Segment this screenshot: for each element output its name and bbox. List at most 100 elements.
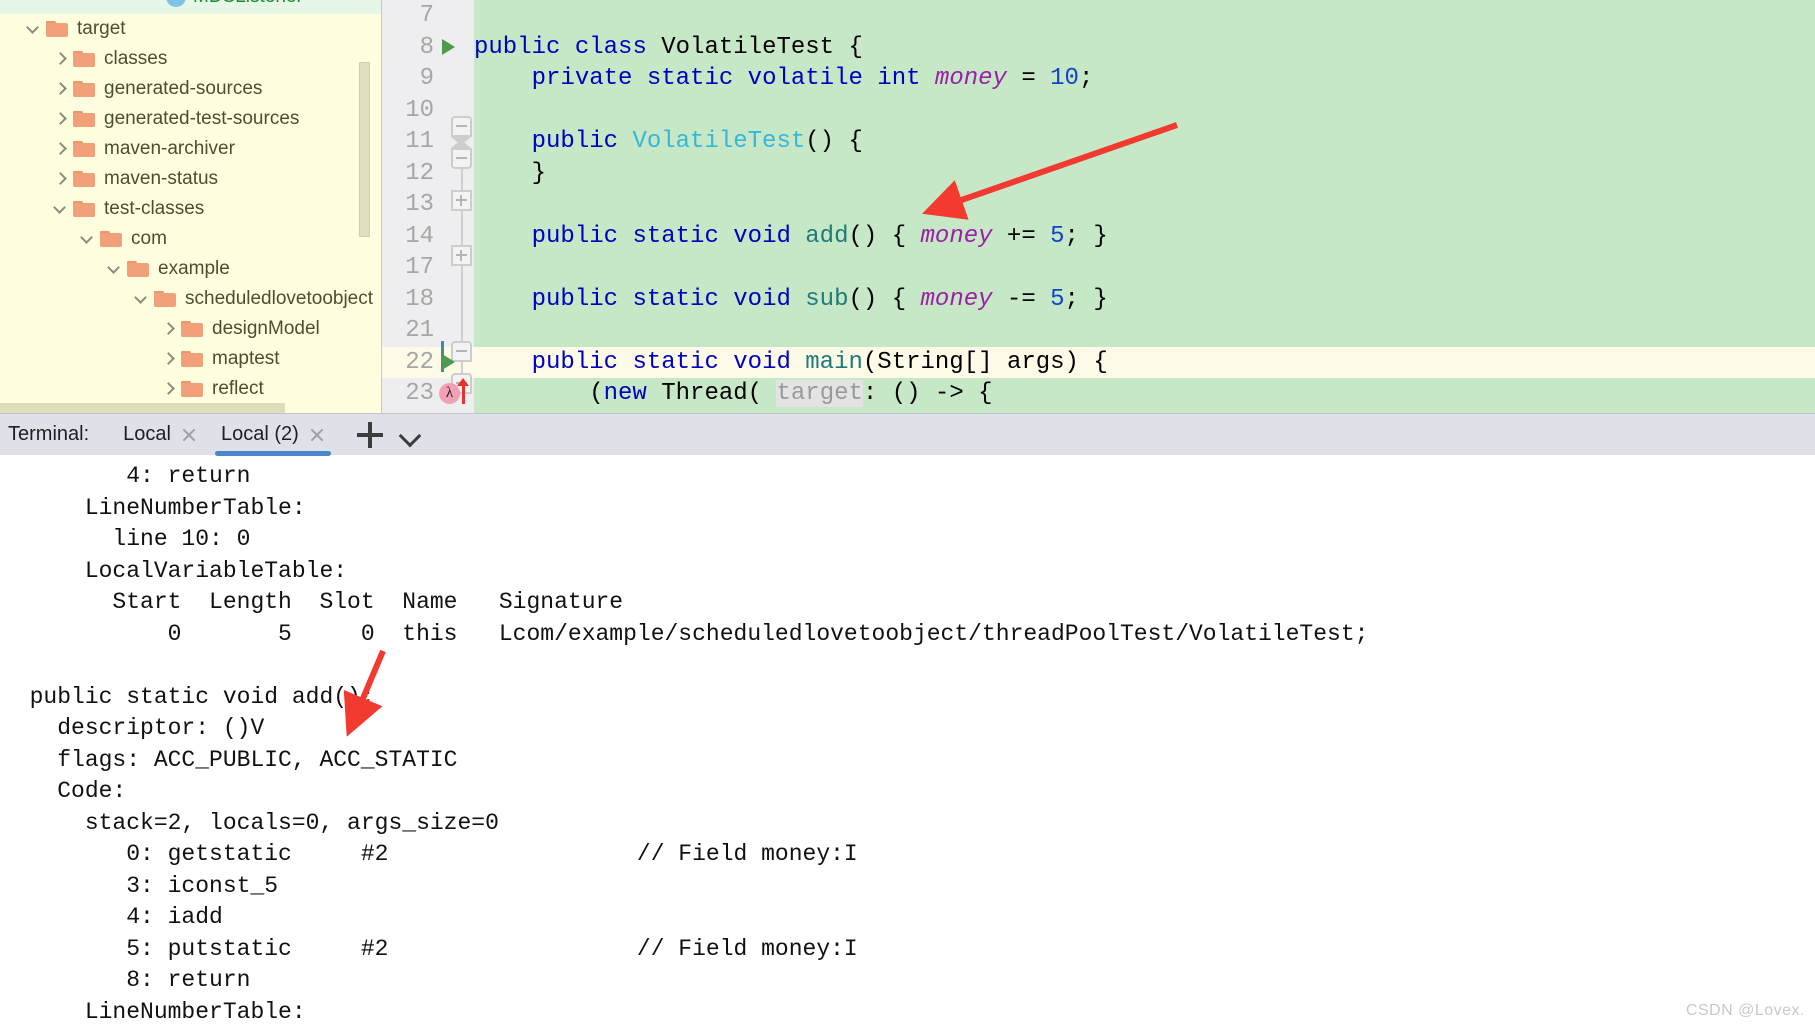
terminal-line: 8: return: [2, 967, 251, 993]
line-number: 18: [405, 285, 434, 313]
interface-icon: [166, 0, 186, 7]
chevron-right-icon[interactable]: [51, 80, 69, 98]
code-lines[interactable]: 7 8 public class VolatileTest {9 private s…: [405, 0, 1815, 413]
line-number: 9: [419, 65, 434, 93]
top-split-area: MDSListener target classes generated-sourc…: [0, 0, 1815, 413]
chevron-right-icon[interactable]: [159, 320, 177, 338]
code-line-11[interactable]: 11 public VolatileTest() {: [405, 126, 1815, 158]
code-text: public static void main(String[] args) {: [531, 348, 1108, 376]
terminal-tab-label: Local: [123, 423, 171, 445]
code-line-13[interactable]: 13: [405, 189, 1815, 221]
terminal-panel[interactable]: Terminal: Local Local (2) 4: return Line…: [0, 413, 1815, 1026]
terminal-line: LocalVariableTable:: [2, 557, 348, 584]
folder-icon: [100, 230, 123, 248]
tree-item-label: target: [77, 18, 126, 39]
code-text: }: [474, 159, 547, 187]
terminal-output[interactable]: 4: return LineNumberTable: line 10: 0 Lo…: [0, 455, 1815, 1026]
chevron-down-icon[interactable]: [397, 422, 423, 448]
close-icon[interactable]: [309, 427, 325, 443]
code-line-12[interactable]: 12 }: [405, 158, 1815, 190]
terminal-line: 4: iadd: [2, 904, 223, 930]
code-line-22[interactable]: 22 public static void main(String[] args…: [405, 347, 1815, 379]
tree-item-label: maptest: [212, 348, 280, 369]
fold-expand-icon-line-18[interactable]: [451, 245, 472, 266]
tree-item-generated-sources[interactable]: generated-sources: [0, 74, 382, 104]
folder-icon: [73, 80, 96, 98]
line-number: 14: [405, 222, 434, 250]
code-editor[interactable]: 7 8 public class VolatileTest {9 private s…: [382, 0, 1815, 413]
tree-item-list[interactable]: target classes generated-sources generated-…: [0, 14, 382, 404]
terminal-line: 0 5 0 this Lcom/example/scheduledlovetoo…: [2, 620, 1369, 647]
code-line-10[interactable]: 10: [405, 95, 1815, 127]
line-number: 11: [405, 128, 434, 156]
terminal-tab-local-2[interactable]: Local (2): [209, 414, 337, 456]
close-icon[interactable]: [181, 427, 197, 443]
tree-item-test-classes[interactable]: test-classes: [0, 194, 382, 224]
chevron-down-icon[interactable]: [24, 20, 42, 38]
tree-item-target[interactable]: target: [0, 14, 382, 44]
terminal-line: Start Length Slot Name Signature: [2, 589, 624, 615]
folder-icon: [154, 290, 177, 308]
code-line-8[interactable]: 8 public class VolatileTest {: [420, 32, 1815, 64]
chevron-down-icon[interactable]: [51, 200, 69, 218]
fold-expand-icon-line-14[interactable]: [451, 190, 472, 211]
run-arrow-icon[interactable]: [442, 39, 455, 56]
terminal-tab-local[interactable]: Local: [111, 414, 209, 456]
tree-item-generated-test-sources[interactable]: generated-test-sources: [0, 104, 382, 134]
terminal-tab-bar[interactable]: Terminal: Local Local (2): [0, 413, 1815, 456]
tree-item-label: scheduledlovetoobject: [185, 288, 374, 309]
chevron-right-icon[interactable]: [51, 170, 69, 188]
code-line-14[interactable]: 14 public static void add() { money += 5…: [405, 221, 1815, 253]
folder-icon: [73, 140, 96, 158]
tree-item-label: classes: [104, 48, 168, 69]
folder-icon: [73, 200, 96, 218]
tree-item-com[interactable]: com: [0, 224, 382, 254]
code-text: public static void add() { money += 5; }: [531, 222, 1108, 250]
tree-item-example[interactable]: example: [0, 254, 382, 284]
fold-collapse-icon-line-12[interactable]: [451, 148, 472, 169]
tree-item-maven-status[interactable]: maven-status: [0, 164, 382, 194]
tree-item-label: reflect: [212, 378, 264, 399]
code-text: (new Thread( target: () -> {: [474, 380, 993, 408]
up-arrow-icon[interactable]: [457, 377, 469, 404]
code-line-17[interactable]: 17: [405, 252, 1815, 284]
code-text: public class VolatileTest {: [474, 33, 863, 61]
tree-item-reflect[interactable]: reflect: [0, 374, 382, 404]
fold-collapse-icon-line-11[interactable]: [451, 116, 472, 137]
chevron-right-icon[interactable]: [159, 380, 177, 398]
folder-icon: [181, 350, 204, 368]
tree-header-strip: MDSListener: [0, 0, 382, 14]
chevron-down-icon[interactable]: [132, 290, 150, 308]
tree-item-scheduledlovetoobject[interactable]: scheduledlovetoobject: [0, 284, 382, 314]
tree-item-maptest[interactable]: maptest: [0, 344, 382, 374]
terminal-line: public static void add();: [2, 683, 375, 710]
chevron-right-icon[interactable]: [51, 50, 69, 68]
tree-item-maven-archiver[interactable]: maven-archiver: [0, 134, 382, 164]
chevron-right-icon[interactable]: [51, 140, 69, 158]
code-line-9[interactable]: 9 private static volatile int money = 10…: [420, 63, 1815, 95]
code-line-21[interactable]: 21: [405, 315, 1815, 347]
code-line-23[interactable]: 23 λ (new Thread( target: () -> {: [405, 377, 1815, 410]
terminal-label: Terminal:: [8, 423, 90, 445]
tree-horizontal-scrollbar[interactable]: [0, 403, 285, 413]
chevron-right-icon[interactable]: [51, 110, 69, 128]
watermark: CSDN @Lovex.: [1685, 1002, 1805, 1019]
terminal-line: LineNumberTable:: [2, 494, 306, 521]
plus-icon[interactable]: [356, 421, 383, 448]
code-line-7[interactable]: 7: [420, 0, 1815, 32]
terminal-line: 0: getstatic #2 // Field money:I: [2, 841, 858, 867]
code-line-18[interactable]: 18 public static void sub() { money -= 5…: [405, 284, 1815, 316]
line-number: 12: [405, 159, 434, 187]
tree-item-designmodel[interactable]: designModel: [0, 314, 382, 344]
folder-icon: [73, 170, 96, 188]
run-arrow-icon[interactable]: [442, 354, 455, 371]
code-text: private static volatile int money = 10;: [531, 65, 1094, 93]
chevron-down-icon[interactable]: [78, 230, 96, 248]
fold-arrow-up: [451, 140, 471, 148]
project-tree-panel[interactable]: MDSListener target classes generated-sourc…: [0, 0, 382, 413]
chevron-right-icon[interactable]: [159, 350, 177, 368]
chevron-down-icon[interactable]: [105, 260, 123, 278]
tree-vertical-scrollbar[interactable]: [359, 62, 370, 237]
tree-item-classes[interactable]: classes: [0, 44, 382, 74]
